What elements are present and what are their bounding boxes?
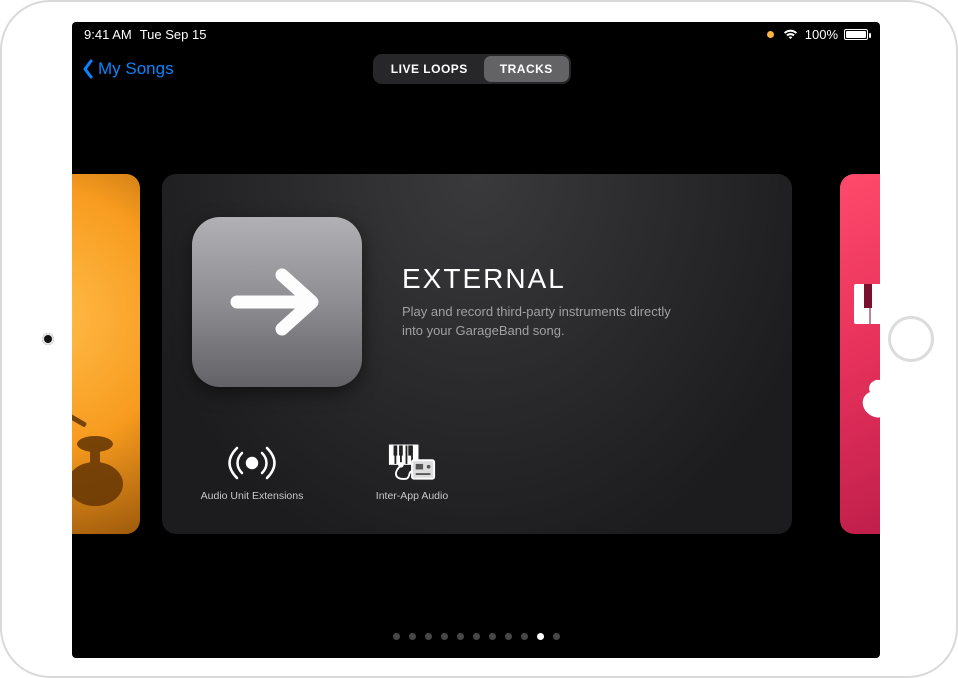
external-icon-tile (192, 217, 362, 387)
page-dot[interactable] (393, 633, 400, 640)
mini-keyboard-icon (854, 284, 880, 324)
battery-percent: 100% (805, 27, 838, 42)
page-dot[interactable] (441, 633, 448, 640)
screen: 9:41 AM Tue Sep 15 100% My Songs LIVE LO… (72, 22, 880, 658)
page-dot[interactable] (457, 633, 464, 640)
next-card[interactable] (840, 174, 880, 534)
sub-item-inter-app-audio[interactable]: Inter-App Audio (362, 442, 462, 502)
front-camera (42, 333, 54, 345)
mini-guitar-icon (854, 354, 880, 424)
segment-tracks[interactable]: TRACKS (484, 56, 569, 82)
page-dot[interactable] (521, 633, 528, 640)
back-label: My Songs (98, 59, 174, 79)
battery-icon (844, 29, 868, 40)
page-dot[interactable] (473, 633, 480, 640)
card-external[interactable]: EXTERNAL Play and record third-party ins… (162, 174, 792, 534)
status-right: 100% (767, 27, 868, 42)
sound-browser[interactable]: EXTERNAL Play and record third-party ins… (72, 92, 880, 612)
page-dot[interactable] (409, 633, 416, 640)
status-left: 9:41 AM Tue Sep 15 (84, 27, 206, 42)
sub-label: Audio Unit Extensions (201, 490, 304, 502)
sub-item-audio-unit-extensions[interactable]: Audio Unit Extensions (202, 442, 302, 502)
broadcast-dot-icon (228, 442, 276, 484)
drummer-silhouette-icon (72, 384, 130, 514)
chevron-left-icon (82, 59, 94, 79)
back-button[interactable]: My Songs (82, 59, 174, 79)
home-button[interactable] (888, 316, 934, 362)
page-dot[interactable] (553, 633, 560, 640)
page-dot[interactable] (537, 633, 544, 640)
prev-card-drummer[interactable] (72, 174, 140, 534)
keyboard-module-icon (388, 442, 436, 484)
ipad-frame: 9:41 AM Tue Sep 15 100% My Songs LIVE LO… (0, 0, 958, 678)
page-dot[interactable] (489, 633, 496, 640)
status-time: 9:41 AM (84, 27, 132, 42)
page-dot[interactable] (425, 633, 432, 640)
arrow-right-icon (222, 247, 332, 357)
sub-label: Inter-App Audio (376, 490, 448, 502)
status-bar: 9:41 AM Tue Sep 15 100% (72, 22, 880, 46)
card-text: EXTERNAL Play and record third-party ins… (402, 263, 762, 341)
wifi-icon (782, 28, 799, 40)
sub-instruments-row: Audio Unit Extensions (192, 442, 762, 502)
status-date: Tue Sep 15 (140, 27, 207, 42)
view-mode-segmented-control[interactable]: LIVE LOOPS TRACKS (373, 54, 571, 84)
page-dot[interactable] (505, 633, 512, 640)
card-description: Play and record third-party instruments … (402, 303, 682, 341)
card-title: EXTERNAL (402, 263, 762, 295)
recording-indicator-icon (767, 31, 774, 38)
page-indicator[interactable] (72, 633, 880, 640)
nav-bar: My Songs LIVE LOOPS TRACKS (72, 46, 880, 92)
card-hero-row: EXTERNAL Play and record third-party ins… (192, 202, 762, 402)
segment-live-loops[interactable]: LIVE LOOPS (375, 56, 484, 82)
